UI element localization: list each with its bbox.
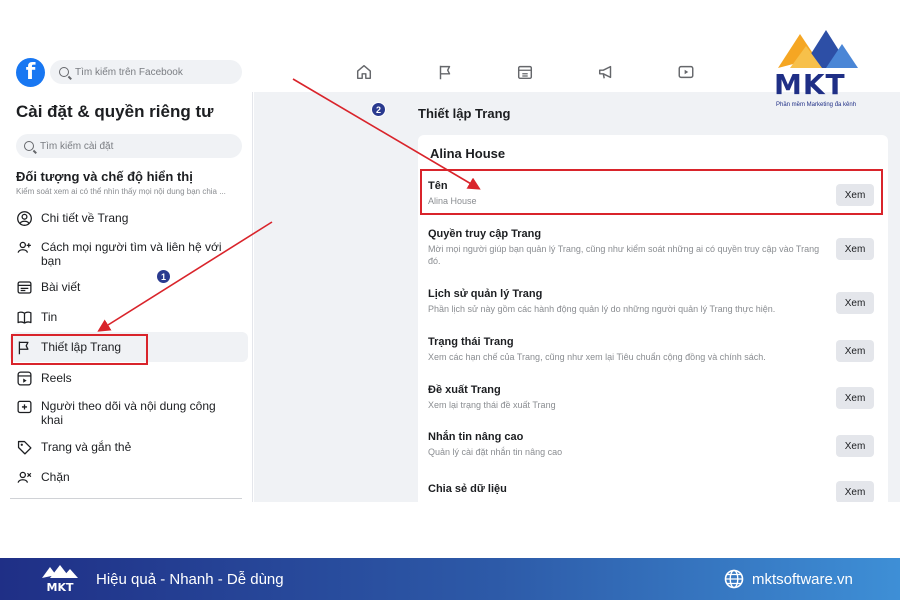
sidebar-item-label: Người theo dõi và nội dung công khai bbox=[41, 399, 216, 427]
mkt-tagline: Phần mềm Marketing đa kênh bbox=[776, 102, 857, 108]
book-icon bbox=[16, 309, 33, 326]
sidebar-item-posts[interactable]: Bài viết bbox=[10, 279, 248, 296]
sidebar-item-find-contact[interactable]: Cách mọi người tìm và liên hệ với bạn bbox=[10, 239, 248, 268]
globe-icon bbox=[724, 569, 744, 589]
row-desc: Xem lại trạng thái đề xuất Trang bbox=[428, 400, 556, 410]
settings-search[interactable] bbox=[16, 134, 242, 158]
post-icon bbox=[16, 279, 33, 296]
setting-row-recommend[interactable]: Đề xuất Trang Xem lại trạng thái đề xuất… bbox=[428, 383, 874, 411]
row-desc: Phần lịch sử này gồm các hành động quản … bbox=[428, 304, 776, 314]
view-button-history[interactable]: Xem bbox=[836, 292, 874, 314]
home-icon[interactable] bbox=[340, 58, 388, 86]
svg-text:MKT: MKT bbox=[47, 581, 74, 594]
brand-footer: MKT Hiệu quả - Nhanh - Dễ dùng mktsoftwa… bbox=[0, 558, 900, 600]
facebook-search-input[interactable] bbox=[75, 66, 235, 78]
settings-search-input[interactable] bbox=[40, 140, 230, 152]
sidebar-item-label: Cách mọi người tìm và liên hệ với bạn bbox=[41, 240, 222, 268]
search-icon bbox=[24, 141, 34, 151]
sidebar-item-label: Bài viết bbox=[41, 280, 81, 294]
add-box-icon bbox=[16, 398, 33, 415]
setting-row-status[interactable]: Trạng thái Trang Xem các hạn chế của Tra… bbox=[428, 335, 874, 363]
highlight-page-setup bbox=[11, 334, 148, 365]
content-gap bbox=[254, 92, 400, 502]
megaphone-icon[interactable] bbox=[582, 58, 630, 86]
person-circle-icon bbox=[16, 210, 33, 227]
search-icon bbox=[59, 67, 69, 77]
facebook-logo[interactable]: f bbox=[16, 58, 45, 87]
sidebar-item-label: Reels bbox=[41, 371, 72, 385]
sidebar-item-label: Chi tiết về Trang bbox=[41, 211, 129, 225]
step-badge-1: 1 bbox=[156, 269, 171, 284]
top-nav bbox=[340, 58, 710, 86]
settings-sidebar: Cài đặt & quyền riêng tư Đối tượng và ch… bbox=[0, 92, 253, 502]
section-subtitle: Kiểm soát xem ai có thể nhìn thấy mọi nộ… bbox=[16, 187, 226, 196]
sidebar-item-stories[interactable]: Tin bbox=[10, 309, 248, 326]
view-button-access[interactable]: Xem bbox=[836, 238, 874, 260]
settings-title: Cài đặt & quyền riêng tư bbox=[16, 102, 214, 121]
footer-mkt-logo: MKT bbox=[42, 565, 78, 594]
sidebar-item-reels[interactable]: Reels bbox=[10, 370, 248, 387]
setting-row-data-sharing[interactable]: Chia sẻ dữ liệu bbox=[428, 482, 874, 496]
flag-icon[interactable] bbox=[421, 58, 469, 86]
highlight-name-row bbox=[420, 169, 883, 215]
row-desc: Quản lý cài đặt nhắn tin nâng cao bbox=[428, 447, 563, 457]
page-title: Thiết lập Trang bbox=[418, 106, 511, 121]
person-block-icon bbox=[16, 469, 33, 486]
mkt-mountain-icon bbox=[778, 30, 858, 68]
view-button-data-sharing[interactable]: Xem bbox=[836, 481, 874, 502]
mkt-logo-text: MKT bbox=[774, 68, 846, 101]
setting-row-access[interactable]: Quyền truy cập Trang Mời mọi người giúp … bbox=[428, 227, 874, 267]
tag-icon bbox=[16, 439, 33, 456]
row-desc: Xem các hạn chế của Trang, cũng như xem … bbox=[428, 352, 766, 362]
sidebar-item-label: Trang và gắn thẻ bbox=[41, 440, 132, 454]
setting-row-messaging[interactable]: Nhắn tin nâng cao Quản lý cài đặt nhắn t… bbox=[428, 430, 874, 458]
row-title: Trạng thái Trang bbox=[428, 336, 514, 348]
reels-icon bbox=[16, 370, 33, 387]
sidebar-divider bbox=[10, 498, 242, 499]
row-title: Chia sẻ dữ liệu bbox=[428, 483, 507, 495]
step-badge-2: 2 bbox=[371, 102, 386, 117]
sidebar-item-tagging[interactable]: Trang và gắn thẻ bbox=[10, 439, 248, 456]
footer-website[interactable]: mktsoftware.vn bbox=[752, 571, 853, 588]
sidebar-item-label: Chặn bbox=[41, 470, 70, 484]
facebook-search[interactable] bbox=[50, 60, 242, 84]
row-title: Đề xuất Trang bbox=[428, 384, 501, 396]
card-title: Alina House bbox=[430, 146, 506, 161]
view-button-messaging[interactable]: Xem bbox=[836, 435, 874, 457]
setting-row-history[interactable]: Lịch sử quản lý Trang Phần lịch sử này g… bbox=[428, 287, 874, 315]
footer-slogan: Hiệu quả - Nhanh - Dễ dùng bbox=[96, 571, 284, 588]
sidebar-item-label: Tin bbox=[41, 310, 58, 324]
sidebar-item-page-details[interactable]: Chi tiết về Trang bbox=[10, 210, 248, 227]
sidebar-item-followers[interactable]: Người theo dõi và nội dung công khai bbox=[10, 398, 248, 427]
view-button-status[interactable]: Xem bbox=[836, 340, 874, 362]
row-title: Nhắn tin nâng cao bbox=[428, 431, 524, 443]
video-icon[interactable] bbox=[662, 58, 710, 86]
row-desc: Mời mọi người giúp bạn quản lý Trang, cũ… bbox=[428, 244, 820, 266]
screenshot-stage: f Cài đặt & quyền riêng tư Đối tượng và … bbox=[0, 0, 900, 600]
row-title: Lịch sử quản lý Trang bbox=[428, 288, 543, 300]
person-add-icon bbox=[16, 239, 33, 256]
marketplace-icon[interactable] bbox=[501, 58, 549, 86]
mkt-logo: MKT Phần mềm Marketing đa kênh bbox=[772, 28, 864, 112]
row-title: Quyền truy cập Trang bbox=[428, 228, 542, 240]
view-button-recommend[interactable]: Xem bbox=[836, 387, 874, 409]
section-title: Đối tượng và chế độ hiển thị bbox=[16, 169, 193, 184]
sidebar-item-block[interactable]: Chặn bbox=[10, 469, 248, 486]
